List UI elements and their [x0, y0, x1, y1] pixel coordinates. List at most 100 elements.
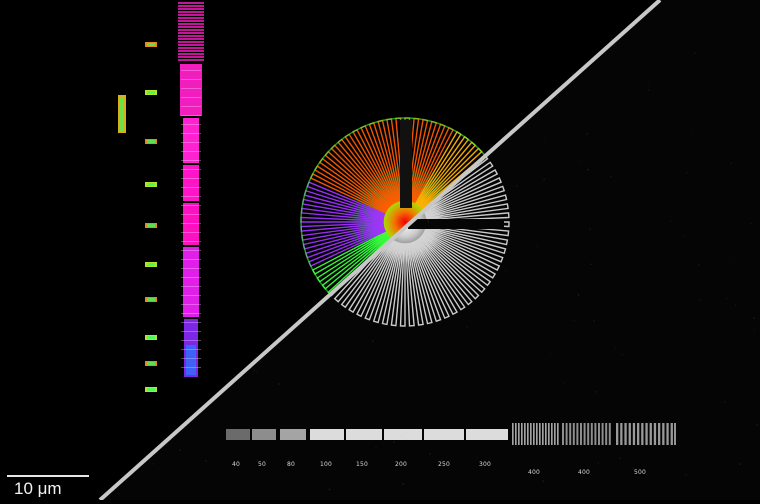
- bar-stripe: [628, 423, 631, 445]
- noise-dot: [586, 133, 588, 135]
- noise-dot: [536, 245, 538, 248]
- pattern-highlight: [181, 223, 201, 224]
- noise-dot: [375, 447, 377, 449]
- noise-dot: [156, 81, 158, 83]
- bar-stripe: [590, 423, 593, 445]
- noise-dot: [405, 78, 407, 80]
- pattern-highlight: [181, 169, 201, 170]
- noise-dot: [172, 239, 174, 241]
- noise-dot: [619, 457, 621, 459]
- vertical-side-label: [120, 97, 124, 131]
- noise-dot: [475, 107, 478, 110]
- pattern-highlight: [181, 277, 201, 278]
- bar-stripe: [641, 423, 644, 445]
- noise-dot: [397, 45, 399, 47]
- bar-stripe: [649, 423, 652, 445]
- noise-dot: [451, 264, 453, 266]
- star-marker: [408, 219, 504, 229]
- pattern-highlight: [181, 349, 201, 350]
- noise-dot: [390, 37, 392, 40]
- noise-dot: [104, 179, 106, 182]
- noise-dot: [542, 480, 544, 482]
- bar-stripe: [598, 423, 600, 445]
- bar-block: [226, 429, 250, 440]
- noise-dot: [100, 243, 102, 245]
- noise-dot: [753, 329, 756, 331]
- pattern-stripe: [178, 32, 204, 34]
- pattern-stripe: [178, 23, 204, 25]
- noise-dot: [158, 152, 160, 154]
- bottom-label: 200: [395, 461, 408, 468]
- noise-dot: [328, 488, 331, 491]
- noise-dot: [261, 61, 264, 63]
- side-label-mark: [147, 388, 155, 391]
- vertical-test-pattern: [178, 2, 204, 377]
- noise-dot: [372, 340, 374, 342]
- noise-dot: [577, 294, 580, 296]
- noise-dot: [694, 52, 696, 54]
- bar-stripe: [662, 423, 665, 445]
- noise-dot: [670, 220, 672, 222]
- pattern-stripe: [178, 50, 204, 52]
- noise-dot: [691, 132, 693, 134]
- noise-dot: [282, 176, 284, 178]
- pattern-highlight: [181, 268, 201, 269]
- noise-dot: [393, 441, 395, 443]
- bar-stripe: [542, 423, 544, 445]
- noise-dot: [599, 33, 602, 35]
- noise-dot: [734, 304, 737, 306]
- side-label-mark: [147, 362, 155, 365]
- noise-dot: [256, 371, 258, 373]
- bar-stripe: [645, 423, 648, 445]
- pattern-highlight: [181, 133, 201, 134]
- noise-dot: [505, 270, 507, 272]
- pattern-block: [183, 247, 199, 317]
- microscopy-svg: [98, 0, 760, 502]
- noise-dot: [726, 297, 728, 300]
- bar-stripe: [521, 423, 523, 445]
- bar-stripe: [530, 423, 532, 445]
- pattern-stripe: [178, 59, 204, 61]
- noise-dot: [224, 209, 227, 211]
- noise-dot: [543, 178, 545, 181]
- bar-stripe: [548, 423, 550, 445]
- noise-dot: [300, 14, 303, 17]
- noise-dot: [261, 221, 263, 223]
- noise-dot: [535, 434, 538, 437]
- noise-dot: [278, 383, 280, 385]
- noise-dot: [154, 10, 156, 12]
- noise-dot: [260, 25, 263, 27]
- noise-dot: [111, 393, 113, 395]
- noise-dot: [502, 192, 505, 194]
- noise-dot: [530, 68, 533, 70]
- noise-dot: [179, 449, 181, 451]
- pattern-highlight: [181, 205, 201, 206]
- side-label-mark: [147, 183, 155, 186]
- noise-dot: [516, 185, 518, 187]
- noise-dot: [686, 172, 688, 174]
- bar-stripe: [569, 423, 572, 445]
- noise-dot: [428, 221, 430, 223]
- bar-end: [674, 423, 676, 445]
- side-label-mark: [147, 43, 155, 46]
- bottom-label: 100: [320, 461, 333, 468]
- noise-dot: [573, 319, 575, 321]
- noise-dot: [546, 84, 549, 86]
- pattern-highlight: [181, 151, 201, 152]
- noise-dot: [498, 200, 500, 203]
- pattern-stripe: [178, 14, 204, 16]
- bar-stripe: [572, 423, 575, 445]
- noise-dot: [683, 235, 685, 237]
- noise-dot: [730, 162, 732, 164]
- noise-dot: [401, 436, 403, 438]
- pattern-stripe: [178, 47, 204, 49]
- scale-bar: [7, 475, 89, 477]
- pattern-highlight: [181, 70, 201, 71]
- bar-stripe: [616, 423, 619, 445]
- noise-dot: [621, 353, 623, 356]
- pattern-highlight: [181, 340, 201, 341]
- bar-stripe: [551, 423, 553, 445]
- bottom-label: 500: [634, 469, 647, 476]
- noise-dot: [648, 84, 650, 86]
- bottom-label: 250: [438, 461, 451, 468]
